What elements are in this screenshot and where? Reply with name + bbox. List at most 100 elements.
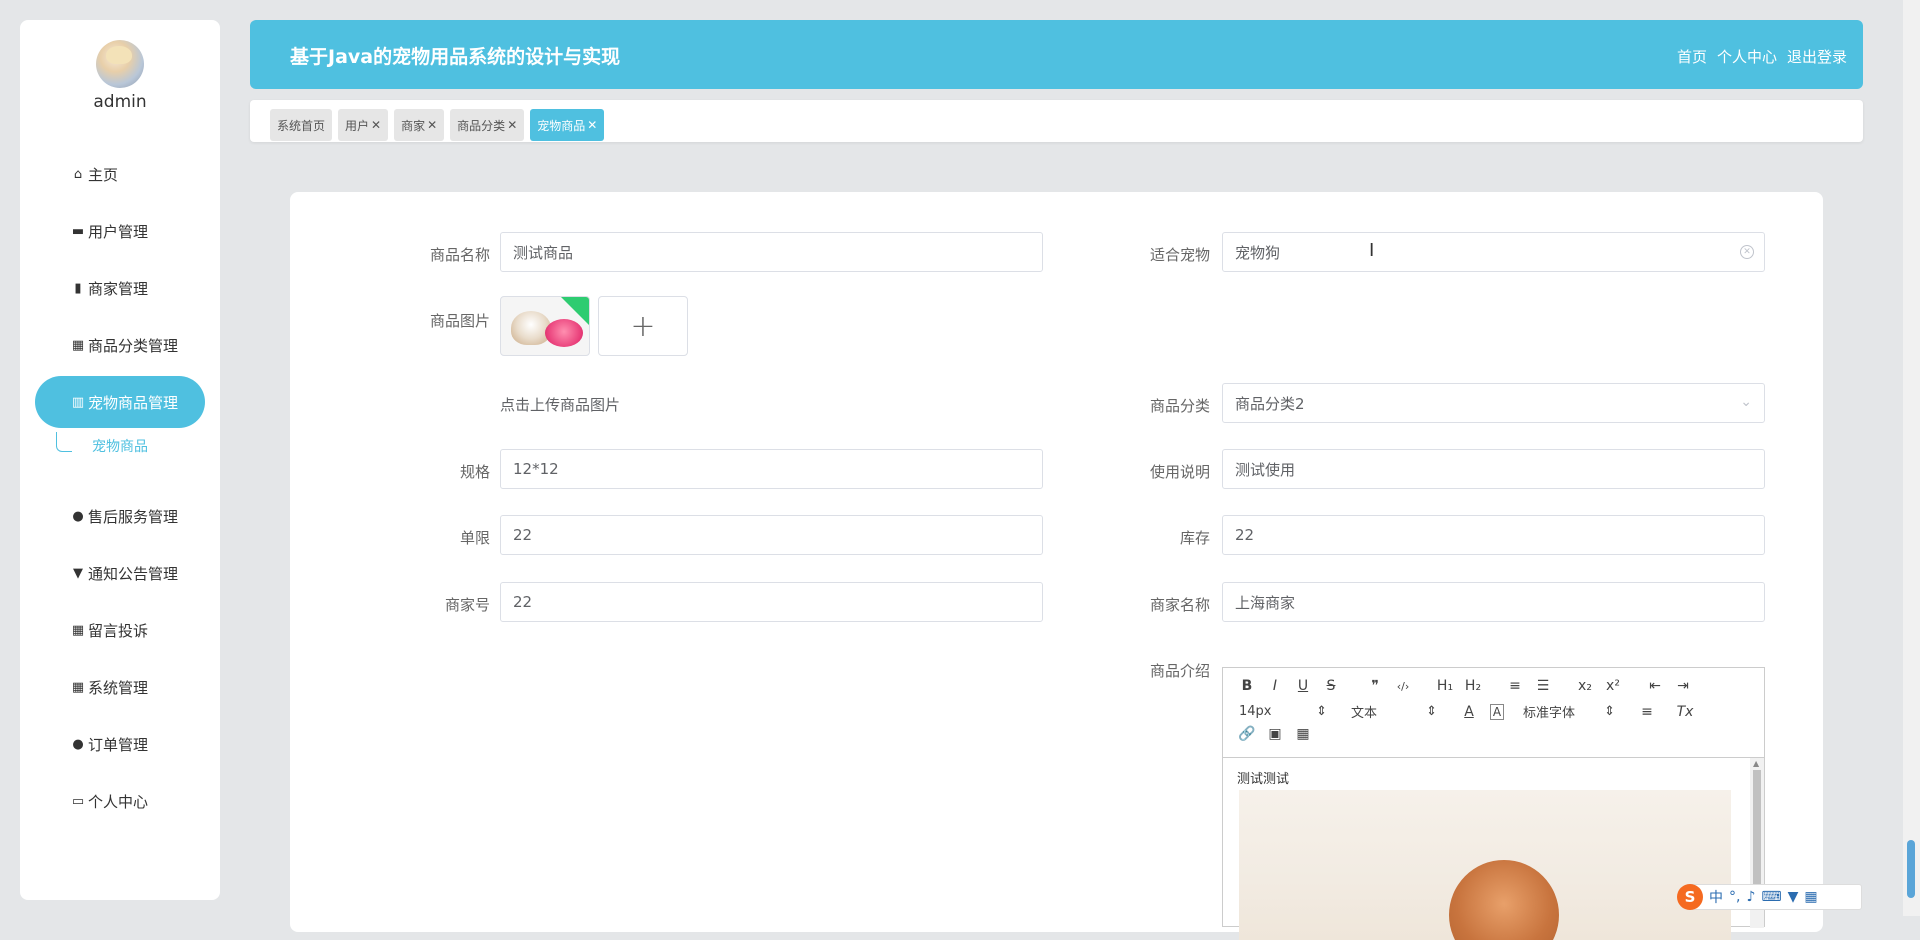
header-2-button[interactable]: H₂ [1459,678,1487,694]
font-family-select[interactable]: 标准字体 ⇕ [1523,702,1615,721]
sidebar-item-notices[interactable]: ▼ 通知公告管理 [35,547,205,599]
merchant-name-input[interactable]: 上海商家 [1222,582,1765,622]
merchant-no-label: 商家号 [444,596,490,614]
spec-label: 规格 [459,463,490,481]
clear-icon[interactable]: ✕ [1740,245,1754,259]
strike-button[interactable]: S [1317,678,1345,694]
upload-success-badge [561,297,589,325]
merchant-no-input[interactable]: 22 [500,582,1043,622]
sidebar-item-home[interactable]: ⌂ 主页 [35,148,205,200]
link-icon[interactable]: 🔗 [1233,726,1261,742]
keyboard-icon[interactable]: ⌨ [1761,889,1781,905]
subscript-button[interactable]: x₂ [1571,678,1599,694]
dog-image [1449,860,1559,940]
text-type-select[interactable]: 文本 ⇕ [1351,702,1437,721]
sidebar-item-after-sales[interactable]: ● 售后服务管理 [35,490,205,542]
superscript-button[interactable]: x² [1599,678,1627,694]
indent-button[interactable]: ⇥ [1669,678,1697,694]
sidebar-item-pet-products[interactable]: ▥ 宠物商品管理 [35,376,205,428]
close-icon[interactable]: ✕ [587,118,597,132]
nav-logout-link[interactable]: 退出登录 [1787,46,1847,67]
pet-label: 适合宠物 [1149,246,1210,264]
sidebar-item-label: 用户管理 [88,222,149,241]
pin-icon: ▼ [73,565,83,581]
submenu-item-pet-products[interactable]: 宠物商品 [92,436,148,456]
avatar[interactable] [96,40,144,88]
ime-punct-toggle[interactable]: °, [1729,889,1740,905]
sidebar-item-label: 系统管理 [88,678,149,697]
font-size-select[interactable]: 14px ⇕ [1239,704,1327,719]
outdent-button[interactable]: ⇤ [1641,678,1669,694]
sidebar-item-users[interactable]: ▬ 用户管理 [35,205,205,257]
grid-icon: ▦ [71,337,85,353]
code-block-button[interactable]: ‹/› [1389,680,1417,693]
sidebar-item-label: 订单管理 [88,735,149,754]
sidebar: admin ⌂ 主页 ▬ 用户管理 ▮ 商家管理 ▦ 商品分类管理 ▥ 宠物商品… [20,20,220,900]
submenu: 宠物商品 [20,432,220,462]
editor-dog-image [1239,790,1731,940]
tab-home[interactable]: 系统首页 [270,109,333,141]
upload-image-button[interactable]: + [598,296,688,356]
sidebar-item-system[interactable]: ▦ 系统管理 [35,661,205,713]
stock-input[interactable]: 22 [1222,515,1765,555]
card-icon: ▭ [71,793,85,809]
spec-input[interactable]: 12*12 [500,449,1043,489]
tab-categories[interactable]: 商品分类 ✕ [450,109,525,141]
category-value: 商品分类2 [1235,394,1305,413]
scroll-up-icon[interactable]: ▲ [1753,759,1759,768]
monitor-icon: ▬ [71,223,85,239]
nav-profile-link[interactable]: 个人中心 [1717,46,1777,67]
sidebar-item-label: 主页 [88,165,119,184]
grid-icon: ▦ [71,679,85,695]
close-icon[interactable]: ✕ [371,118,381,132]
tab-pet-products[interactable]: 宠物商品 ✕ [530,109,605,141]
sidebar-item-orders[interactable]: ● 订单管理 [35,718,205,770]
toolbox-icon[interactable]: ▦ [1804,889,1817,905]
tab-users[interactable]: 用户 ✕ [338,109,389,141]
close-icon[interactable]: ✕ [427,118,437,132]
updown-icon: ⇕ [1316,704,1327,719]
product-image-thumbnail[interactable] [500,296,590,356]
blockquote-button[interactable]: ❞ [1361,678,1389,694]
underline-button[interactable]: U [1289,678,1317,694]
usage-input[interactable]: 测试使用 [1222,449,1765,489]
suitable-pet-input[interactable]: 宠物狗 ✕ [1222,232,1765,272]
tab-label: 用户 [345,118,370,133]
image-icon[interactable]: ▣ [1261,726,1289,742]
header-1-button[interactable]: H₁ [1431,678,1459,694]
tab-label: 宠物商品 [537,118,586,133]
ordered-list-button[interactable]: ≡ [1501,678,1529,694]
font-color-button[interactable]: A [1455,704,1483,720]
window-scrollbar[interactable] [1903,0,1920,916]
sidebar-item-merchants[interactable]: ▮ 商家管理 [35,262,205,314]
clear-format-button[interactable]: Tx [1671,704,1699,720]
sidebar-item-categories[interactable]: ▦ 商品分类管理 [35,319,205,371]
background-color-button[interactable]: A [1490,703,1504,720]
bold-button[interactable]: B [1233,678,1261,694]
category-select[interactable]: 商品分类2 ⌄ [1222,383,1765,423]
text-cursor-icon: I [1369,240,1375,261]
align-button[interactable]: ≡ [1633,704,1661,720]
user-icon: ● [72,508,84,524]
video-icon[interactable]: ▦ [1289,726,1317,742]
product-name-input[interactable]: 测试商品 [500,232,1043,272]
ime-lang-toggle[interactable]: 中 [1709,887,1723,907]
tab-merchants[interactable]: 商家 ✕ [394,109,445,141]
skin-icon[interactable]: ▼ [1788,889,1799,905]
microphone-icon[interactable]: ♪ [1746,889,1755,905]
clipboard-icon: ▮ [74,280,82,296]
font-size-value: 14px [1239,704,1272,719]
top-header: 基于Java的宠物用品系统的设计与实现 首页 个人中心 退出登录 [250,20,1863,89]
nav-home-link[interactable]: 首页 [1677,46,1707,67]
sidebar-item-profile[interactable]: ▭ 个人中心 [35,775,205,827]
sidebar-item-label: 售后服务管理 [88,507,179,526]
sogou-logo-icon[interactable]: S [1677,884,1703,910]
sidebar-item-complaints[interactable]: ▦ 留言投诉 [35,604,205,656]
sidebar-item-label: 个人中心 [88,792,149,811]
limit-input[interactable]: 22 [500,515,1043,555]
close-icon[interactable]: ✕ [507,118,517,132]
window-scrollbar-thumb[interactable] [1907,840,1915,898]
bullet-list-button[interactable]: ☰ [1529,678,1557,694]
italic-button[interactable]: I [1261,678,1289,694]
text-type-value: 文本 [1351,706,1378,721]
